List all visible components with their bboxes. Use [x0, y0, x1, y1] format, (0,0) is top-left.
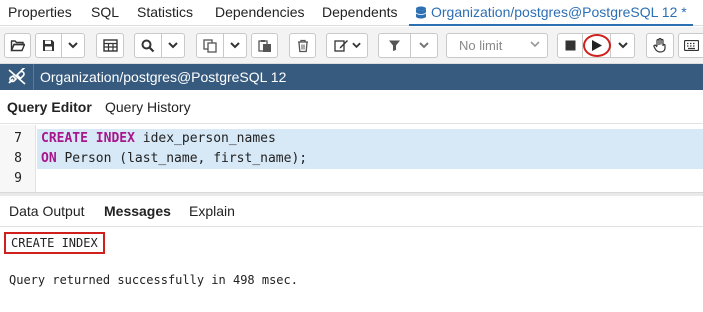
chevron-down-icon	[617, 42, 628, 49]
code-text: ON Person (last_name, first_name);	[41, 149, 307, 169]
paste-icon	[257, 39, 271, 52]
code-line: 9	[0, 169, 703, 189]
chevron-down-icon	[230, 42, 240, 49]
filter-group	[378, 33, 438, 58]
row-limit-value: No limit	[459, 38, 503, 53]
execute-options-button[interactable]	[611, 33, 635, 58]
open-file-button[interactable]	[4, 33, 31, 58]
stop-query-button[interactable]	[557, 33, 583, 58]
edit-icon	[333, 40, 348, 52]
execute-button[interactable]	[583, 33, 611, 58]
sql-keyword: CREATE INDEX	[41, 131, 135, 146]
sql-text: Person (last_name, first_name);	[56, 151, 308, 166]
database-icon	[415, 6, 427, 19]
save-button[interactable]	[35, 33, 62, 58]
tab-dependents[interactable]: Dependents	[322, 0, 398, 26]
tab-data-output[interactable]: Data Output	[9, 196, 85, 226]
connection-plug-icon[interactable]	[6, 68, 28, 86]
delete-row-button[interactable]	[289, 33, 316, 58]
save-group	[35, 33, 85, 58]
code-line: 7 CREATE INDEX idex_person_names	[0, 129, 703, 149]
code-text: CREATE INDEX idex_person_names	[41, 129, 276, 149]
tab-query-tool-label: Organization/postgres@PostgreSQL 12 *	[431, 4, 687, 20]
tab-query-editor[interactable]: Query Editor	[7, 90, 92, 124]
copy-icon	[203, 38, 217, 53]
tab-query-tool[interactable]: Organization/postgres@PostgreSQL 12 *	[409, 0, 693, 26]
copy-button[interactable]	[196, 33, 224, 58]
messages-panel: CREATE INDEX Query returned successfully…	[0, 228, 703, 312]
code-line: 8 ON Person (last_name, first_name);	[0, 149, 703, 169]
chevron-down-icon	[68, 42, 78, 49]
copy-options-button[interactable]	[224, 33, 247, 58]
sql-editor[interactable]: 7 CREATE INDEX idex_person_names 8 ON Pe…	[0, 125, 703, 192]
stop-icon	[565, 40, 575, 51]
chevron-down-icon	[168, 42, 178, 49]
line-number: 9	[14, 171, 22, 186]
connection-label[interactable]: Organization/postgres@PostgreSQL 12	[40, 64, 286, 90]
tab-messages[interactable]: Messages	[104, 196, 171, 226]
save-options-button[interactable]	[62, 33, 85, 58]
connection-bar: Organization/postgres@PostgreSQL 12	[0, 64, 703, 90]
editor-tabs: Query Editor Query History	[0, 90, 703, 124]
sql-keyword: ON	[41, 151, 57, 166]
view-data-button[interactable]	[96, 33, 124, 58]
row-limit-select[interactable]: No limit	[446, 33, 548, 58]
chevron-down-icon	[530, 41, 540, 48]
open-folder-icon	[10, 40, 25, 52]
find-group	[134, 33, 185, 58]
hand-icon	[653, 38, 666, 53]
keyboard-icon	[684, 40, 699, 51]
tab-query-history[interactable]: Query History	[105, 90, 191, 124]
paste-button[interactable]	[251, 33, 278, 58]
output-tabs: Data Output Messages Explain	[0, 196, 703, 227]
line-number: 8	[14, 151, 22, 166]
edit-options-button[interactable]	[326, 33, 368, 58]
message-result: CREATE INDEX	[4, 232, 105, 254]
tab-dependencies[interactable]: Dependencies	[215, 0, 305, 26]
delete-icon	[297, 39, 308, 52]
tab-explain[interactable]: Explain	[189, 196, 235, 226]
keyboard-shortcuts-button[interactable]	[678, 33, 703, 58]
line-number: 7	[14, 131, 22, 146]
connection-divider	[33, 64, 34, 90]
copy-group	[196, 33, 247, 58]
find-options-button[interactable]	[162, 33, 185, 58]
filter-icon	[389, 40, 400, 51]
toolbar: No limit	[0, 27, 703, 64]
play-icon	[591, 40, 602, 51]
sql-text: idex_person_names	[134, 131, 276, 146]
filter-button[interactable]	[378, 33, 411, 58]
chevron-down-icon	[351, 42, 361, 49]
tab-statistics[interactable]: Statistics	[137, 0, 193, 26]
chevron-down-icon	[419, 42, 429, 49]
panel-tabs: Properties SQL Statistics Dependencies D…	[0, 0, 703, 26]
macros-button[interactable]	[646, 33, 674, 58]
tab-sql[interactable]: SQL	[91, 0, 119, 26]
search-icon	[141, 39, 155, 52]
execute-group	[557, 33, 635, 58]
filter-options-button[interactable]	[411, 33, 438, 58]
tab-properties[interactable]: Properties	[8, 0, 72, 26]
find-button[interactable]	[134, 33, 162, 58]
message-status: Query returned successfully in 498 msec.	[9, 273, 298, 287]
table-grid-icon	[102, 39, 118, 52]
save-icon	[43, 40, 54, 51]
